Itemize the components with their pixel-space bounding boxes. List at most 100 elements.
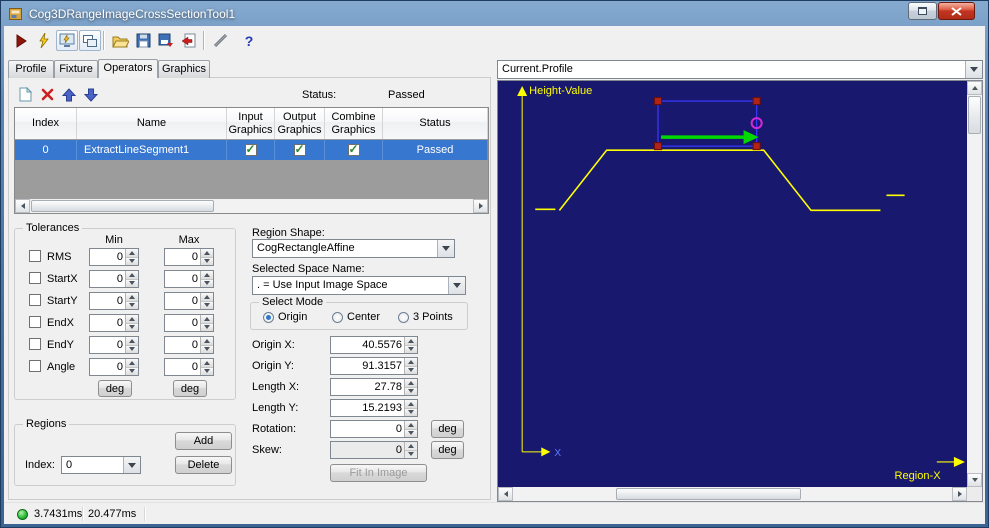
min-deg-button[interactable]: deg xyxy=(98,380,132,397)
col-header-status[interactable]: Status xyxy=(383,108,488,139)
save-image-button[interactable] xyxy=(155,30,177,51)
skew-deg-button[interactable]: deg xyxy=(431,441,464,459)
tab-fixture[interactable]: Fixture xyxy=(54,60,98,78)
region-shape-combo[interactable]: CogRectangleAffine xyxy=(252,239,455,258)
spin-down-button[interactable] xyxy=(405,450,417,458)
endx-min-input[interactable] xyxy=(90,315,125,331)
starty-min-input[interactable] xyxy=(90,293,125,309)
open-button[interactable] xyxy=(109,30,131,51)
spin-up-button[interactable] xyxy=(126,337,138,346)
spin-down-button[interactable] xyxy=(405,429,417,437)
dropdown-button[interactable] xyxy=(123,457,140,473)
save-button[interactable] xyxy=(132,30,154,51)
region-handle[interactable] xyxy=(752,97,761,106)
spin-up-button[interactable] xyxy=(405,400,417,409)
endy-min-input[interactable] xyxy=(90,337,125,353)
dropdown-button[interactable] xyxy=(437,240,454,257)
spin-down-button[interactable] xyxy=(201,301,213,309)
spin-down-button[interactable] xyxy=(201,257,213,265)
length-y-input[interactable] xyxy=(331,400,404,416)
live-display-button[interactable] xyxy=(56,30,78,51)
spin-up-button[interactable] xyxy=(405,442,417,451)
help-button[interactable]: ? xyxy=(240,30,258,51)
spin-up-button[interactable] xyxy=(405,421,417,430)
dropdown-button[interactable] xyxy=(965,61,982,78)
col-header-name[interactable]: Name xyxy=(77,108,227,139)
spin-down-button[interactable] xyxy=(405,387,417,395)
mode-origin-radio[interactable]: Origin xyxy=(263,311,307,323)
endx-checkbox[interactable] xyxy=(29,316,41,328)
max-deg-button[interactable]: deg xyxy=(173,380,207,397)
spin-up-button[interactable] xyxy=(405,358,417,367)
display-source-combo[interactable]: Current.Profile xyxy=(497,60,983,79)
close-button[interactable] xyxy=(938,2,975,20)
dropdown-button[interactable] xyxy=(448,277,465,294)
plot-hscrollbar[interactable] xyxy=(498,487,967,501)
titlebar[interactable]: Cog3DRangeImageCrossSectionTool1 xyxy=(4,2,985,25)
spin-up-button[interactable] xyxy=(126,249,138,258)
electric-run-button[interactable] xyxy=(33,30,55,51)
vscroll-thumb[interactable] xyxy=(968,96,981,134)
spin-down-button[interactable] xyxy=(126,301,138,309)
region-handle[interactable] xyxy=(752,142,761,151)
col-header-combine-graphics[interactable]: Combine Graphics xyxy=(325,108,383,139)
spin-down-button[interactable] xyxy=(126,279,138,287)
angle-max-input[interactable] xyxy=(165,359,200,375)
spin-up-button[interactable] xyxy=(405,337,417,346)
delete-operator-button[interactable] xyxy=(38,86,56,103)
add-operator-button[interactable] xyxy=(16,86,34,103)
spin-down-button[interactable] xyxy=(126,345,138,353)
endx-max-input[interactable] xyxy=(165,315,200,331)
col-header-input-graphics[interactable]: Input Graphics xyxy=(227,108,275,139)
scroll-right-button[interactable] xyxy=(473,199,488,213)
maximize-button[interactable] xyxy=(908,2,937,20)
endy-max-input[interactable] xyxy=(165,337,200,353)
rms-max-input[interactable] xyxy=(165,249,200,265)
startx-checkbox[interactable] xyxy=(29,272,41,284)
spin-up-button[interactable] xyxy=(201,249,213,258)
mode-3points-radio[interactable]: 3 Points xyxy=(398,311,453,323)
scroll-left-button[interactable] xyxy=(498,487,513,501)
plot-area[interactable]: Height-Value X Region-X xyxy=(498,81,967,487)
spin-down-button[interactable] xyxy=(201,367,213,375)
spin-up-button[interactable] xyxy=(201,337,213,346)
grid-hscrollbar[interactable] xyxy=(15,199,488,213)
hscroll-thumb[interactable] xyxy=(616,488,801,500)
output-graphics-checkbox[interactable] xyxy=(293,142,306,156)
skew-input[interactable] xyxy=(331,442,404,458)
startx-max-input[interactable] xyxy=(165,271,200,287)
col-header-index[interactable]: Index xyxy=(15,108,77,139)
tab-graphics[interactable]: Graphics xyxy=(158,60,210,78)
add-region-button[interactable]: Add xyxy=(175,432,232,450)
scroll-left-button[interactable] xyxy=(15,199,30,213)
run-button[interactable] xyxy=(10,30,32,51)
scroll-right-button[interactable] xyxy=(952,487,967,501)
measure-button[interactable] xyxy=(210,30,232,51)
rotation-input[interactable] xyxy=(331,421,404,437)
scroll-up-button[interactable] xyxy=(967,81,982,95)
operator-row[interactable]: 0 ExtractLineSegment1 Passed xyxy=(15,140,488,160)
tab-profile[interactable]: Profile xyxy=(8,60,54,78)
region-index-combo[interactable]: 0 xyxy=(61,456,141,474)
spin-down-button[interactable] xyxy=(126,323,138,331)
spin-up-button[interactable] xyxy=(126,293,138,302)
angle-min-input[interactable] xyxy=(90,359,125,375)
spin-down-button[interactable] xyxy=(405,345,417,353)
delete-region-button[interactable]: Delete xyxy=(175,456,232,474)
spin-down-button[interactable] xyxy=(201,323,213,331)
new-window-button[interactable] xyxy=(79,30,101,51)
fit-in-image-button[interactable]: Fit In Image xyxy=(330,464,427,482)
import-image-button[interactable] xyxy=(178,30,200,51)
region-handle[interactable] xyxy=(653,97,663,106)
spin-up-button[interactable] xyxy=(405,379,417,388)
mode-center-radio[interactable]: Center xyxy=(332,311,380,323)
move-up-button[interactable] xyxy=(60,86,78,103)
spin-down-button[interactable] xyxy=(405,408,417,416)
endy-checkbox[interactable] xyxy=(29,338,41,350)
spin-up-button[interactable] xyxy=(201,315,213,324)
spin-down-button[interactable] xyxy=(201,345,213,353)
origin-x-input[interactable] xyxy=(331,337,404,353)
spin-up-button[interactable] xyxy=(126,359,138,368)
length-x-input[interactable] xyxy=(331,379,404,395)
col-header-output-graphics[interactable]: Output Graphics xyxy=(275,108,325,139)
